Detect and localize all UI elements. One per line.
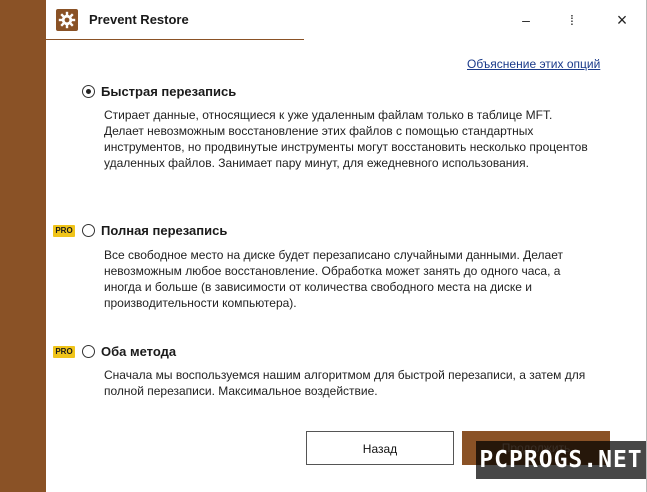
window-title: Prevent Restore [89, 12, 189, 27]
pro-badge: PRO [53, 346, 75, 358]
back-button[interactable]: Назад [306, 431, 454, 465]
option-description: Стирает данные, относящиеся к уже удален… [104, 108, 588, 170]
option-description: Сначала мы воспользуемся нашим алгоритмо… [104, 368, 586, 398]
option-title: Оба метода [101, 344, 177, 359]
options-explanation-link[interactable]: Объяснение этих опций [467, 57, 600, 71]
title-underline [46, 39, 304, 40]
radio-full-overwrite[interactable] [82, 224, 95, 237]
window-left-border [0, 0, 46, 492]
pro-badge: PRO [53, 225, 75, 237]
minimize-button[interactable]: – [514, 8, 538, 32]
radio-both-methods[interactable] [82, 345, 95, 358]
option-title: Быстрая перезапись [101, 84, 237, 99]
close-button[interactable]: × [610, 8, 634, 32]
more-options-button[interactable]: ⁞ [560, 8, 584, 32]
option-description: Все свободное место на диске будет перез… [104, 248, 563, 310]
gear-icon [56, 9, 78, 31]
radio-selected-dot [86, 89, 91, 94]
option-title: Полная перезапись [101, 223, 228, 238]
radio-quick-overwrite[interactable] [82, 85, 95, 98]
watermark: PCPROGS.NET [476, 441, 646, 479]
